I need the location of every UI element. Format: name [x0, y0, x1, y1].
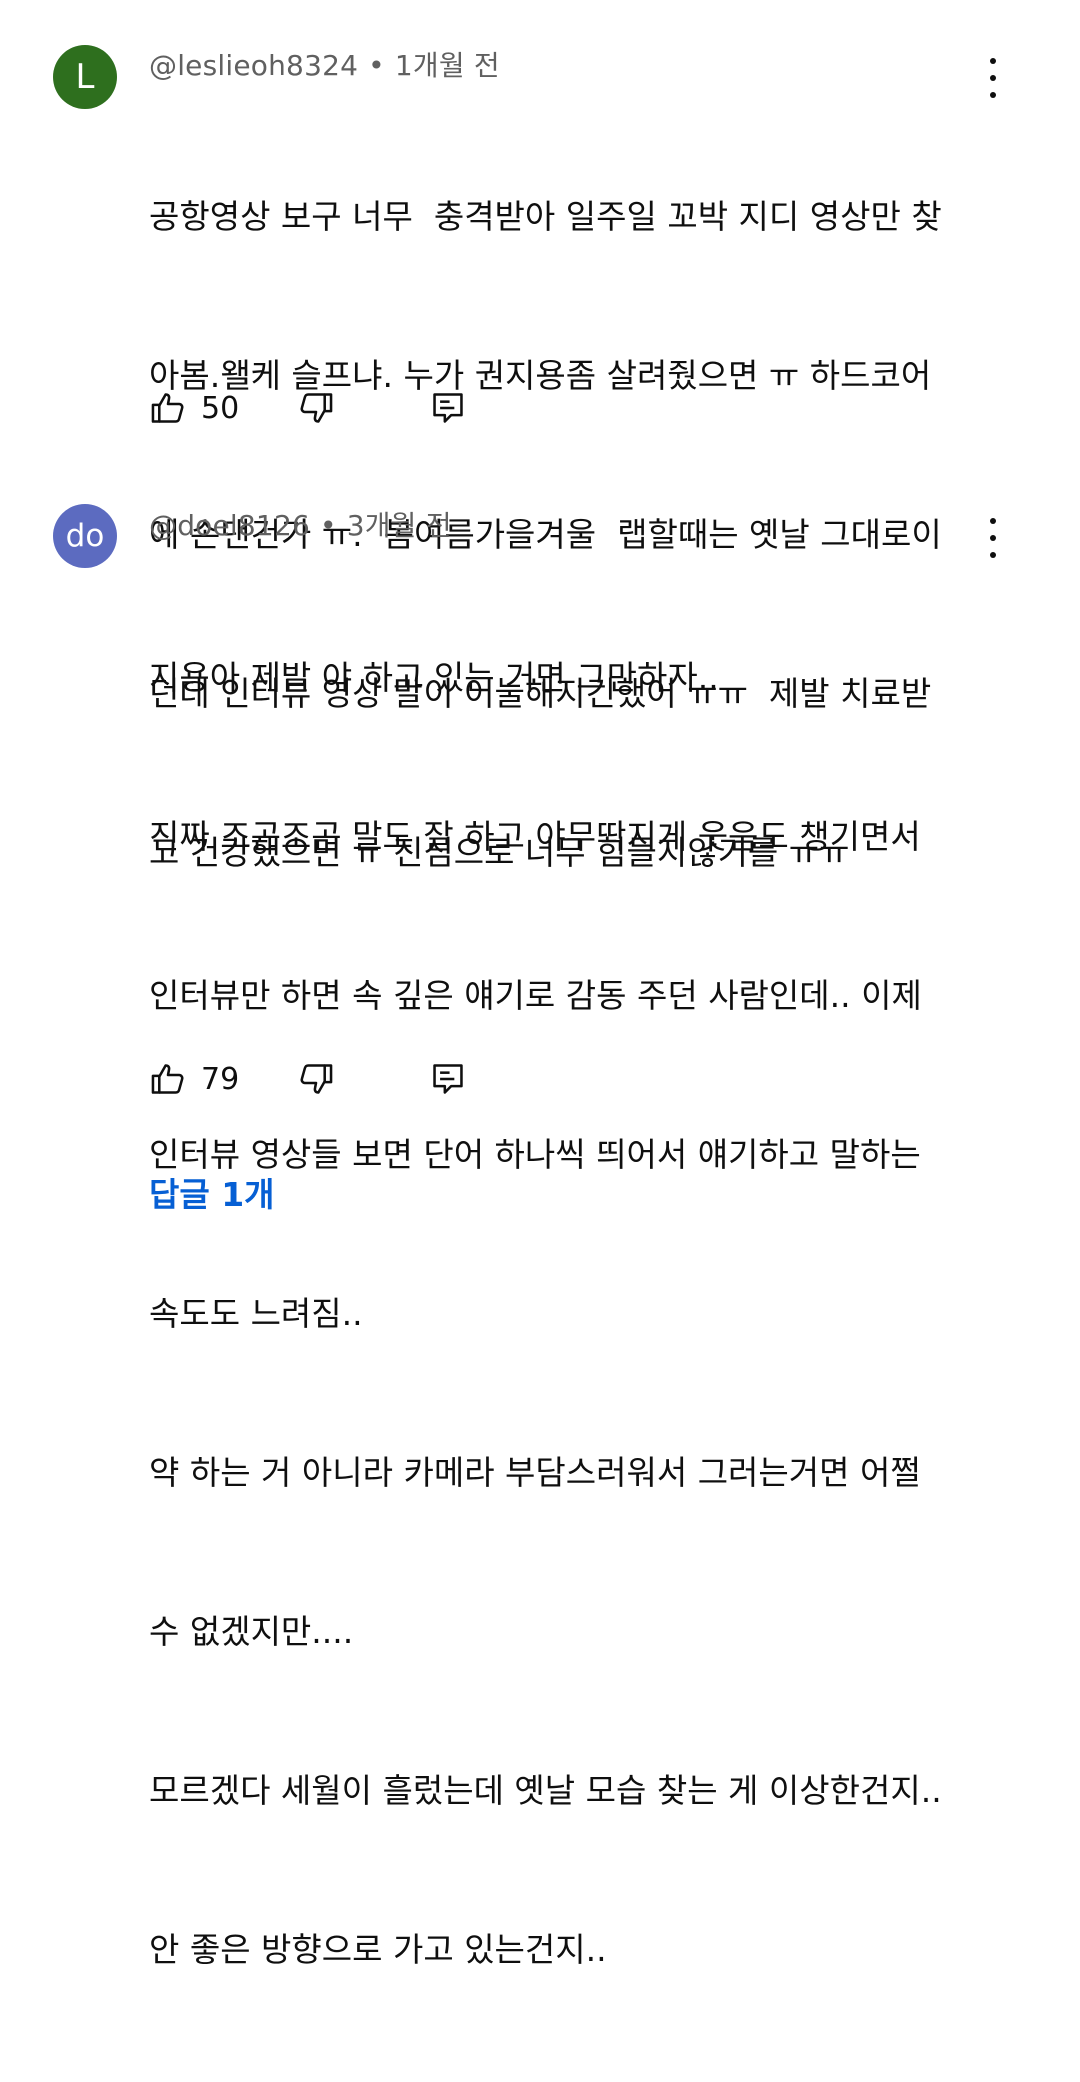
comment-line: 인터뷰 영상들 보면 단어 하나씩 띄어서 얘기하고 말하는 — [149, 1135, 921, 1174]
reply-icon — [433, 393, 463, 423]
thumbs-up-icon — [151, 1064, 184, 1094]
thumbs-down-icon — [300, 1064, 333, 1094]
view-replies-button[interactable]: 답글 1개 — [149, 1168, 275, 1216]
comment-time[interactable]: 1개월 전 — [395, 49, 500, 82]
meta-separator: • — [319, 509, 337, 542]
avatar[interactable]: L — [53, 45, 117, 109]
comment-actions: 79 — [149, 1057, 509, 1101]
comment-line: 지용아 제발 야 하고 있는 거면 그만하자.. — [149, 658, 719, 697]
comment-line: 인터뷰만 하면 속 깊은 얘기로 감동 주던 사람인데.. 이제 — [149, 976, 922, 1015]
reply-icon — [433, 1064, 463, 1094]
like-count: 79 — [201, 1061, 240, 1097]
like-count: 50 — [201, 390, 240, 426]
comment-line: 모르겠다 세월이 흘렀는데 옛날 모습 찾는 게 이상한건지.. — [149, 1771, 942, 1810]
dislike-button[interactable] — [297, 386, 335, 430]
comment-line: 약 하는 거 아니라 카메라 부담스러워서 그러는거면 어쩔 — [149, 1453, 921, 1492]
reply-button[interactable] — [429, 386, 467, 430]
thumbs-up-icon — [151, 393, 184, 423]
avatar-letter: do — [65, 518, 105, 554]
comment-line: 수 없겠지만.... — [149, 1612, 354, 1651]
comment-time[interactable]: 3개월 전 — [347, 509, 452, 542]
comment-line: 공항영상 보구 너무 충격받아 일주일 꼬박 지디 영상만 찾 — [149, 197, 942, 236]
dislike-button[interactable] — [297, 1057, 335, 1101]
like-button[interactable]: 79 — [149, 1057, 239, 1101]
comment-meta: @leslieoh8324 • 1개월 전 — [149, 44, 500, 84]
author-handle[interactable]: @doel8126 — [149, 509, 310, 542]
meta-separator: • — [368, 49, 385, 82]
reply-button[interactable] — [429, 1057, 467, 1101]
like-button[interactable]: 50 — [149, 386, 239, 430]
thumbs-down-icon — [300, 393, 333, 423]
avatar-letter: L — [75, 57, 95, 97]
comment-meta: @doel8126 • 3개월 전 — [149, 504, 452, 544]
comment-line: 속도도 느려짐.. — [149, 1294, 363, 1333]
comment-text: 지용아 제발 야 하고 있는 거면 그만하자.. 진짜 조곤조곤 말도 잘 하고… — [149, 545, 1009, 2082]
comment-line: 진짜 조곤조곤 말도 잘 하고 야무딱지게 웃음도 챙기면서 — [149, 817, 921, 856]
author-handle[interactable]: @leslieoh8324 — [149, 49, 358, 82]
comment-line: 안 좋은 방향으로 가고 있는건지.. — [149, 1930, 607, 1969]
comment-actions: 50 — [149, 386, 509, 430]
avatar[interactable]: do — [53, 504, 117, 568]
